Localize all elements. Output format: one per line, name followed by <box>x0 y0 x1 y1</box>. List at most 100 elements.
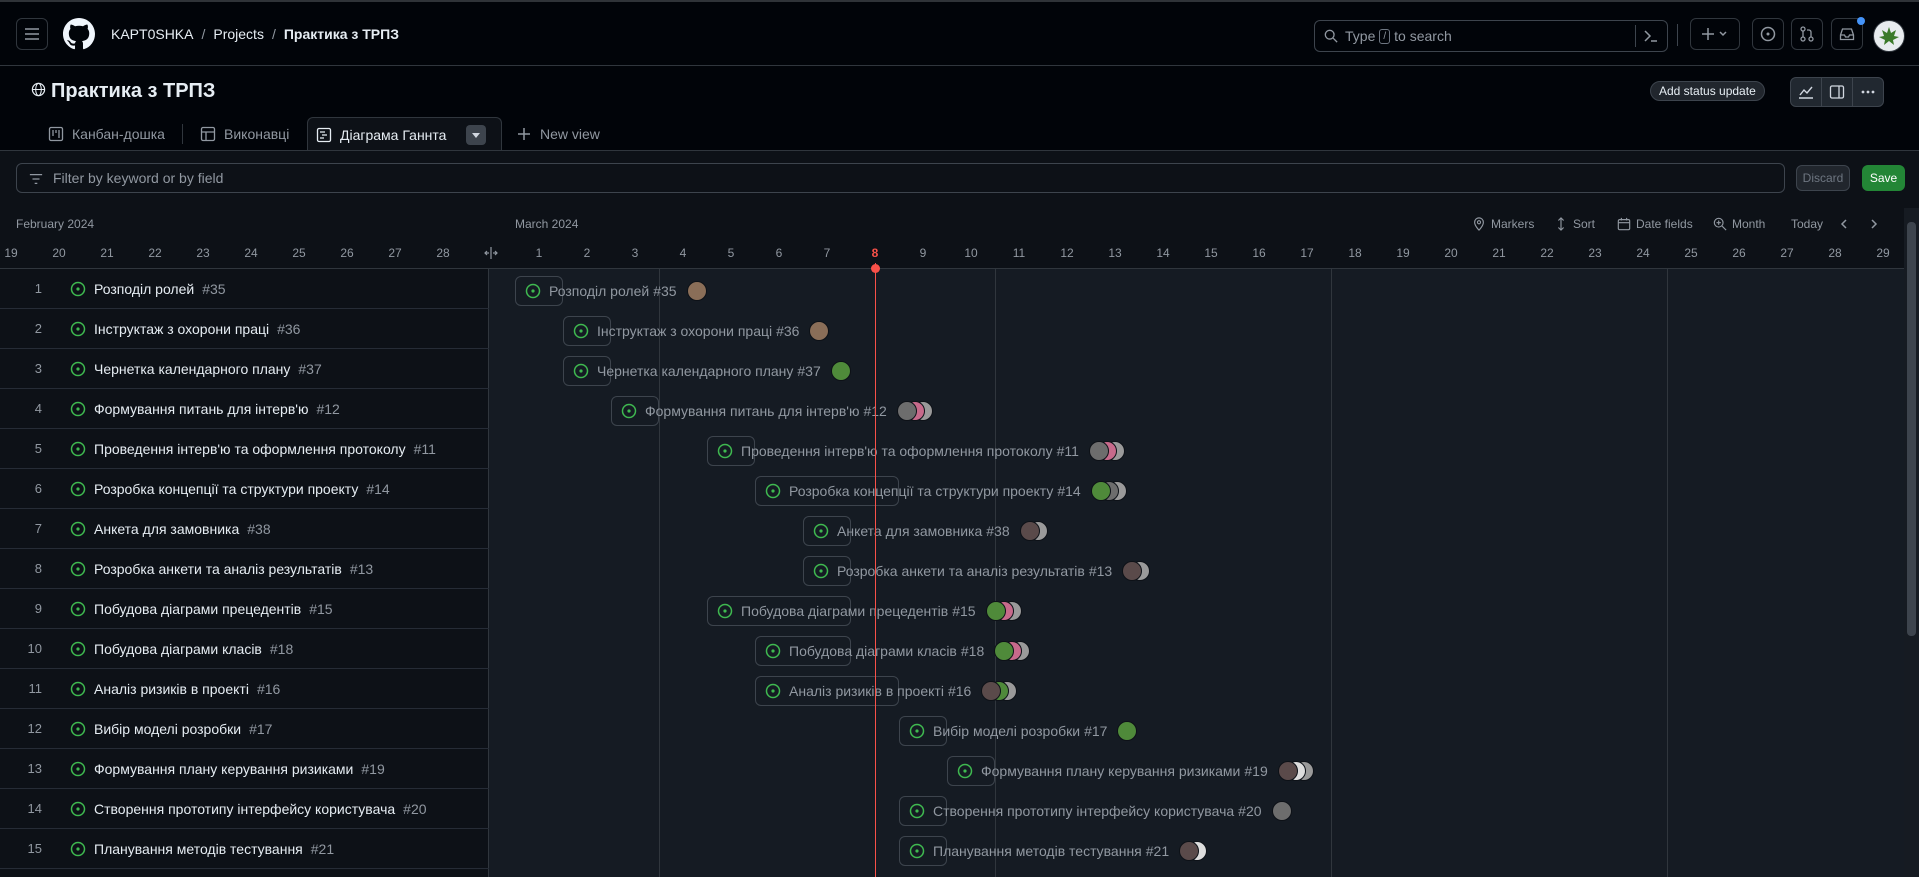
gantt-bar-label[interactable]: Розробка анкети та аналіз результатів #13 <box>803 556 1151 586</box>
issue-title-link[interactable]: Розподіл ролей <box>94 281 194 297</box>
gantt-bar-label[interactable]: Аналіз ризиків в проекті #16 <box>755 676 1018 706</box>
table-row[interactable]: 6 Розробка концепції та структури проекту… <box>0 469 489 509</box>
github-logo-icon[interactable] <box>63 18 95 53</box>
assignee-avatar[interactable] <box>1019 521 1040 541</box>
sort-label: Sort <box>1573 217 1596 231</box>
tab-label: Канбан-дошка <box>72 126 165 142</box>
table-row[interactable]: 13 Формування плану керування ризиками #19 <box>0 749 489 789</box>
issue-title-link[interactable]: Чернетка календарного плану <box>94 361 290 377</box>
day-label: 27 <box>1780 246 1794 260</box>
insights-button[interactable] <box>1790 77 1822 107</box>
issue-title-link[interactable]: Проведення інтерв'ю та оформлення проток… <box>94 441 406 457</box>
breadcrumb-owner[interactable]: KAPT0SHKA <box>111 26 193 42</box>
assignee-avatar[interactable] <box>686 281 707 301</box>
markers-label: Markers <box>1491 217 1535 231</box>
sort-button[interactable]: Sort <box>1554 215 1595 233</box>
gantt-bar-label[interactable]: Планування методів тестування #21 <box>899 836 1208 866</box>
filter-input[interactable]: Filter by keyword or by field <box>16 163 1785 193</box>
issue-opened-icon <box>765 483 781 499</box>
toggle-side-panel-button[interactable] <box>1821 77 1853 107</box>
tab-assignees[interactable]: Виконавці <box>192 117 297 151</box>
gantt-bar-label[interactable]: Створення прототипу інтерфейсу користува… <box>899 796 1292 826</box>
table-row[interactable]: 7 Анкета для замовника #38 <box>0 509 489 549</box>
breadcrumb-current-project[interactable]: Практика з ТРПЗ <box>284 26 399 42</box>
issue-title-link[interactable]: Розробка анкети та аналіз результатів <box>94 561 342 577</box>
assignee-avatar[interactable] <box>1090 481 1111 501</box>
gantt-bar-label[interactable]: Формування плану керування ризиками #19 <box>947 756 1314 786</box>
add-status-update-button[interactable]: Add status update <box>1650 81 1765 101</box>
project-more-options-button[interactable] <box>1852 77 1884 107</box>
gantt-bar-label[interactable]: Вибір моделі розробки #17 <box>899 716 1138 746</box>
issue-title-link[interactable]: Формування плану керування ризиками <box>94 761 353 777</box>
table-row[interactable]: 4 Формування питань для інтерв'ю #12 <box>0 389 489 429</box>
issue-title-link[interactable]: Аналіз ризиків в проекті <box>94 681 249 697</box>
save-button[interactable]: Save <box>1862 165 1905 191</box>
pull-requests-button[interactable] <box>1791 18 1823 50</box>
table-row[interactable]: 3 Чернетка календарного плану #37 <box>0 349 489 389</box>
issue-title-link[interactable]: Вибір моделі розробки <box>94 721 241 737</box>
table-row[interactable]: 8 Розробка анкети та аналіз результатів #1… <box>0 549 489 589</box>
issue-title-link[interactable]: Анкета для замовника <box>94 521 239 537</box>
issue-opened-icon <box>909 723 925 739</box>
gantt-bar-label[interactable]: Проведення інтерв'ю та оформлення проток… <box>707 436 1125 466</box>
table-row[interactable]: 15 Планування методів тестування #21 <box>0 829 489 869</box>
table-row[interactable]: 10 Побудова діаграми класів #18 <box>0 629 489 669</box>
assignee-avatar[interactable] <box>985 601 1006 621</box>
row-number: 4 <box>34 401 42 416</box>
gantt-bar-label[interactable]: Анкета для замовника #38 <box>803 516 1048 546</box>
assignee-avatar[interactable] <box>1271 801 1292 821</box>
gantt-bar-label[interactable]: Побудова діаграми прецедентів #15 <box>707 596 1022 626</box>
gantt-bar-label[interactable]: Розробка концепції та структури проекту #… <box>755 476 1127 506</box>
scrollbar-thumb[interactable] <box>1907 222 1916 636</box>
table-row[interactable]: 11 Аналіз ризиків в проекті #16 <box>0 669 489 709</box>
assignee-avatar[interactable] <box>1179 841 1200 861</box>
create-new-button[interactable] <box>1690 18 1740 50</box>
issue-title-link[interactable]: Планування методів тестування <box>94 841 303 857</box>
table-row[interactable]: 5 Проведення інтерв'ю та оформлення прото… <box>0 429 489 469</box>
issues-button[interactable] <box>1752 18 1784 50</box>
gantt-bar-title: Формування питань для інтерв'ю <box>645 403 860 419</box>
issue-title-link[interactable]: Побудова діаграми прецедентів <box>94 601 301 617</box>
tab-kanban-board[interactable]: Канбан-дошка <box>40 117 173 151</box>
gantt-bar-label[interactable]: Чернетка календарного плану #37 <box>563 356 851 386</box>
issue-title-link[interactable]: Розробка концепції та структури проекту <box>94 481 358 497</box>
assignee-avatar[interactable] <box>896 401 917 421</box>
assignee-avatar[interactable] <box>830 361 851 381</box>
day-label: 21 <box>1492 246 1506 260</box>
command-palette-icon[interactable] <box>1643 29 1659 43</box>
assignee-avatar[interactable] <box>1088 441 1109 461</box>
gantt-bar-title: Анкета для замовника <box>837 523 983 539</box>
table-row[interactable]: 14 Створення прототипу інтерфейсу користу… <box>0 789 489 829</box>
zoom-level-button[interactable]: Month <box>1713 215 1765 233</box>
gantt-bar-label[interactable]: Розподіл ролей #35 <box>515 276 707 306</box>
hamburger-menu-button[interactable] <box>16 18 48 50</box>
new-view-button[interactable]: New view <box>508 117 608 151</box>
issue-title-link[interactable]: Інструктаж з охорони праці <box>94 321 269 337</box>
view-options-dropdown-button[interactable] <box>466 125 486 145</box>
assignee-avatar[interactable] <box>1277 761 1298 781</box>
user-avatar[interactable] <box>1873 20 1905 52</box>
resize-column-handle[interactable] <box>484 246 498 263</box>
table-row[interactable]: 2 Інструктаж з охорони праці #36 <box>0 309 489 349</box>
discard-button[interactable]: Discard <box>1796 165 1850 191</box>
next-period-button[interactable] <box>1868 215 1880 233</box>
issue-number: #16 <box>256 680 281 697</box>
today-button[interactable]: Today <box>1791 215 1823 233</box>
table-row[interactable]: 1 Розподіл ролей #35 <box>0 269 489 309</box>
markers-button[interactable]: Markers <box>1472 215 1534 233</box>
search-input[interactable]: Type / to search <box>1314 20 1668 52</box>
issue-title-link[interactable]: Формування питань для інтерв'ю <box>94 401 308 417</box>
table-row[interactable]: 12 Вибір моделі розробки #17 <box>0 709 489 749</box>
issue-title-link[interactable]: Створення прототипу інтерфейсу користува… <box>94 801 395 817</box>
previous-period-button[interactable] <box>1838 215 1850 233</box>
issue-opened-icon <box>1760 26 1776 42</box>
issue-title-link[interactable]: Побудова діаграми класів <box>94 641 262 657</box>
gantt-bar-label[interactable]: Інструктаж з охорони праці #36 <box>563 316 830 346</box>
tab-gantt-chart[interactable]: Діаграма Ганнта <box>307 117 502 152</box>
gantt-bar-issue-number: #20 <box>1238 803 1262 819</box>
table-row[interactable]: 9 Побудова діаграми прецедентів #15 <box>0 589 489 629</box>
gantt-bar-label[interactable]: Побудова діаграми класів #18 <box>755 636 1031 666</box>
breadcrumb-projects[interactable]: Projects <box>213 26 264 42</box>
day-label: 20 <box>52 246 66 260</box>
date-fields-button[interactable]: Date fields <box>1617 215 1693 233</box>
